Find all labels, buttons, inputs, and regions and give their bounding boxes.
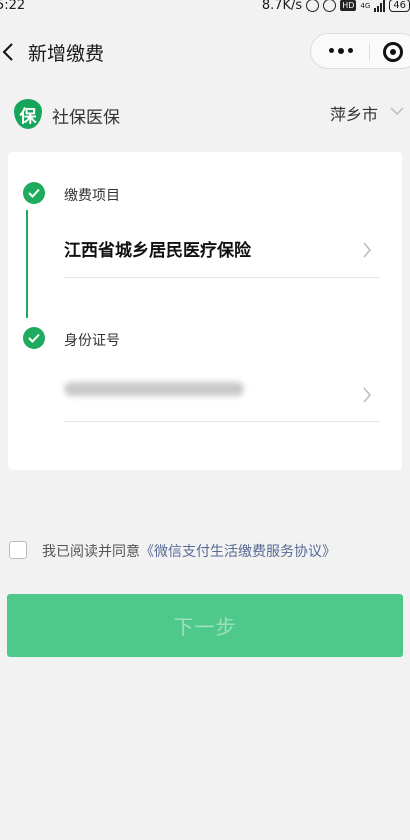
shebao-logo-icon: 保	[14, 99, 42, 129]
next-step-button[interactable]: 下一步	[7, 594, 403, 657]
step-1-check-icon	[23, 182, 45, 204]
capsule-divider	[369, 43, 370, 61]
hd-badge: HD	[340, 0, 357, 11]
nav-bar: 新增缴费	[0, 30, 410, 74]
back-arrow-icon[interactable]	[0, 42, 20, 62]
city-selector[interactable]: 萍乡市	[330, 101, 378, 125]
status-icons: 8.7K/s HD 4G 46	[262, 0, 410, 13]
service-name: 社保医保	[52, 108, 120, 128]
signal-icon	[374, 0, 386, 12]
status-bar: 5:22 8.7K/s HD 4G 46	[0, 0, 410, 18]
status-time: 5:22	[0, 0, 26, 13]
page-title: 新增缴费	[28, 43, 105, 65]
agreement-prefix: 我已阅读并同意	[42, 544, 140, 560]
divider	[64, 277, 380, 278]
id-number-label: 身份证号	[64, 333, 120, 349]
agreement-row: 我已阅读并同意《微信支付生活缴费服务协议》	[0, 538, 410, 562]
network-type: 4G	[360, 1, 371, 10]
chevron-down-icon[interactable]	[390, 106, 404, 116]
agreement-checkbox[interactable]	[9, 541, 27, 559]
service-header: 保 社保医保 萍乡市	[0, 96, 410, 136]
mute-icon	[306, 0, 320, 12]
alarm-icon	[323, 0, 337, 12]
close-miniprogram-icon[interactable]	[383, 42, 403, 62]
miniprogram-capsule	[310, 33, 410, 69]
network-speed: 8.7K/s	[261, 0, 303, 13]
battery-icon: 46	[389, 0, 410, 12]
payment-item-label: 缴费项目	[64, 188, 120, 204]
payment-item-value[interactable]: 江西省城乡居民医疗保险	[64, 236, 251, 261]
agreement-link[interactable]: 《微信支付生活缴费服务协议》	[140, 544, 336, 560]
step-2-check-icon	[23, 327, 45, 349]
agreement-text: 我已阅读并同意《微信支付生活缴费服务协议》	[42, 541, 336, 561]
divider	[64, 421, 380, 422]
chevron-right-icon[interactable]	[362, 386, 372, 404]
chevron-right-icon[interactable]	[362, 241, 372, 259]
more-options-icon[interactable]	[329, 47, 353, 54]
step-connector	[26, 210, 28, 318]
id-number-value[interactable]: 36021119871012023	[64, 382, 244, 396]
